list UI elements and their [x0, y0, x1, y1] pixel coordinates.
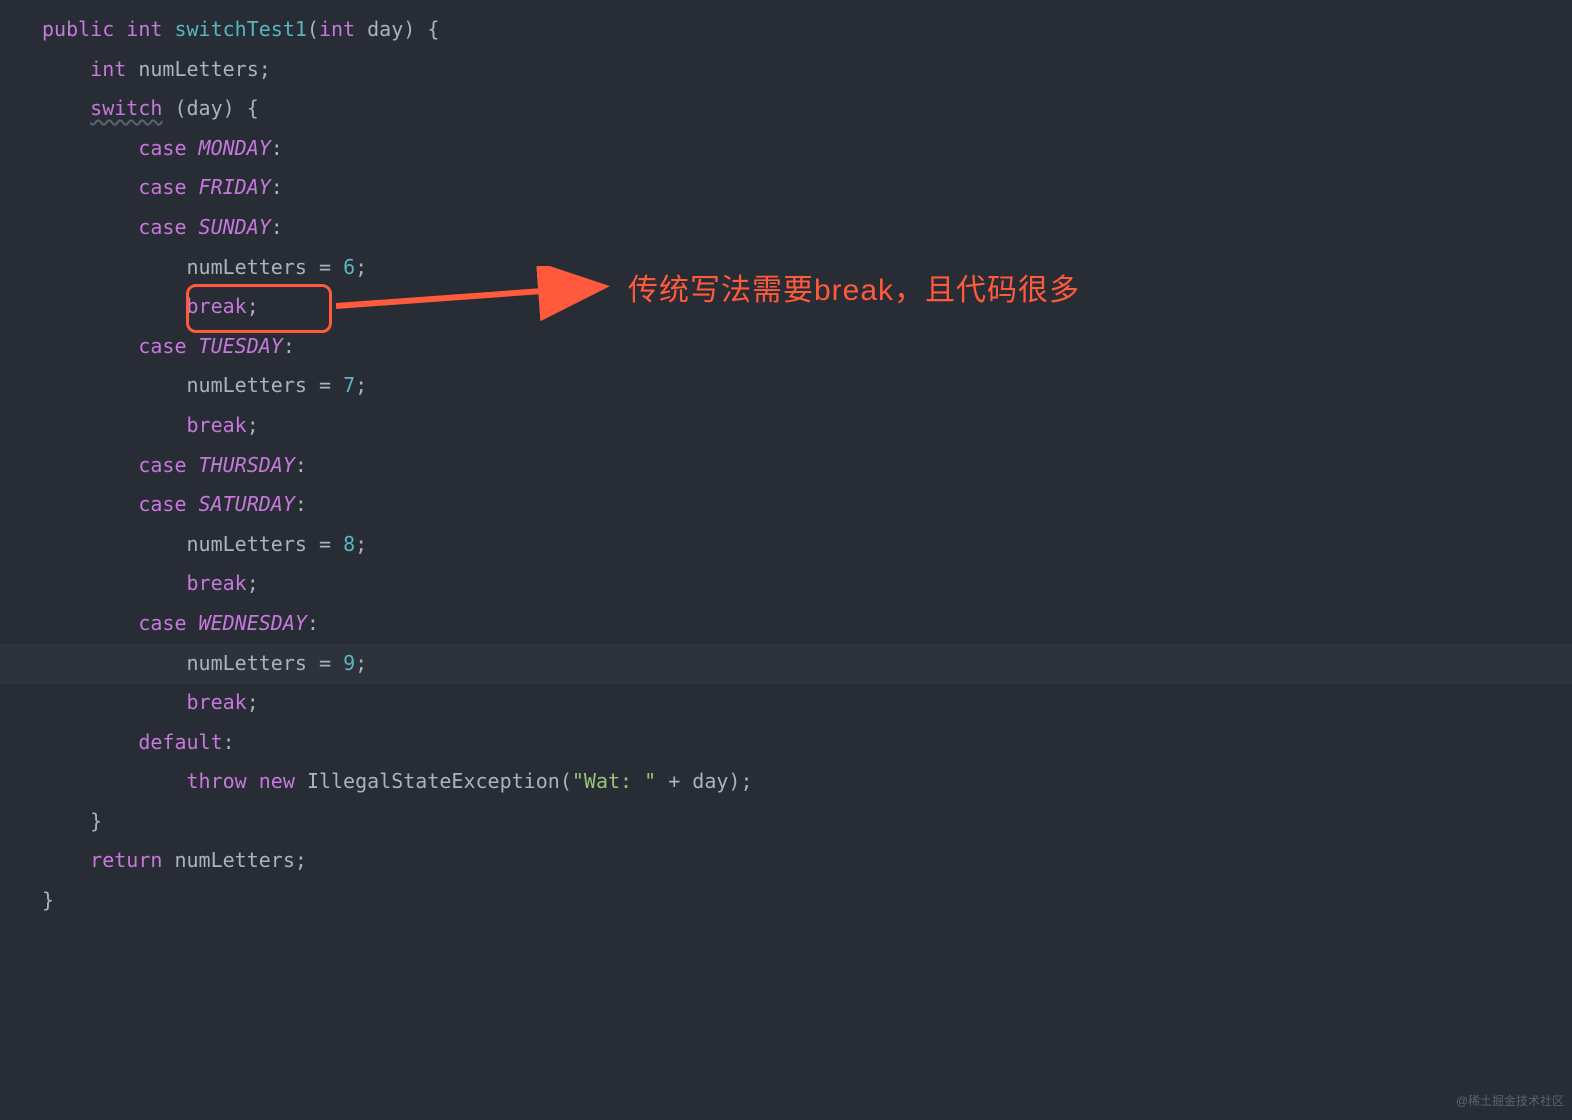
string-literal: "Wat: " — [572, 769, 656, 793]
keyword-break: break — [187, 690, 247, 714]
keyword-case: case — [138, 215, 186, 239]
keyword-case: case — [138, 611, 186, 635]
keyword-new: new — [259, 769, 295, 793]
keyword-break: break — [187, 571, 247, 595]
keyword-case: case — [138, 136, 186, 160]
annotation-arrow-icon — [328, 266, 618, 326]
var-numLetters: numLetters — [138, 57, 258, 81]
const-monday: MONDAY — [199, 136, 271, 160]
class-name: IllegalStateException — [307, 769, 560, 793]
keyword-break: break — [187, 413, 247, 437]
keyword-case: case — [138, 492, 186, 516]
brace-close: } — [42, 888, 54, 912]
keyword-switch: switch — [90, 96, 162, 120]
keyword-int: int — [90, 57, 126, 81]
paren: ( — [307, 17, 319, 41]
number-8: 8 — [343, 532, 355, 556]
keyword-case: case — [138, 175, 186, 199]
keyword-case: case — [138, 334, 186, 358]
code-block[interactable]: public int switchTest1(int day) { int nu… — [42, 10, 1572, 921]
const-wednesday: WEDNESDAY — [199, 611, 307, 635]
brace-close: } — [90, 809, 102, 833]
const-tuesday: TUESDAY — [199, 334, 283, 358]
const-saturday: SATURDAY — [199, 492, 295, 516]
keyword-public: public — [42, 17, 114, 41]
keyword-return: return — [90, 848, 162, 872]
code-editor[interactable]: public int switchTest1(int day) { int nu… — [42, 10, 1572, 921]
const-thursday: THURSDAY — [199, 453, 295, 477]
number-7: 7 — [343, 373, 355, 397]
const-sunday: SUNDAY — [199, 215, 271, 239]
paren: ) — [403, 17, 415, 41]
number-9: 9 — [343, 651, 355, 675]
brace: { — [427, 17, 439, 41]
const-friday: FRIDAY — [199, 175, 271, 199]
param-type: int — [319, 17, 355, 41]
annotation-text: 传统写法需要break，且代码很多 — [628, 261, 1080, 320]
annotation-box — [186, 284, 332, 333]
method-name: switchTest1 — [174, 17, 306, 41]
keyword-int: int — [126, 17, 162, 41]
keyword-case: case — [138, 453, 186, 477]
keyword-default: default — [138, 730, 222, 754]
param-name: day — [367, 17, 403, 41]
watermark: @稀土掘金技术社区 — [1456, 1090, 1564, 1114]
keyword-throw: throw — [187, 769, 247, 793]
